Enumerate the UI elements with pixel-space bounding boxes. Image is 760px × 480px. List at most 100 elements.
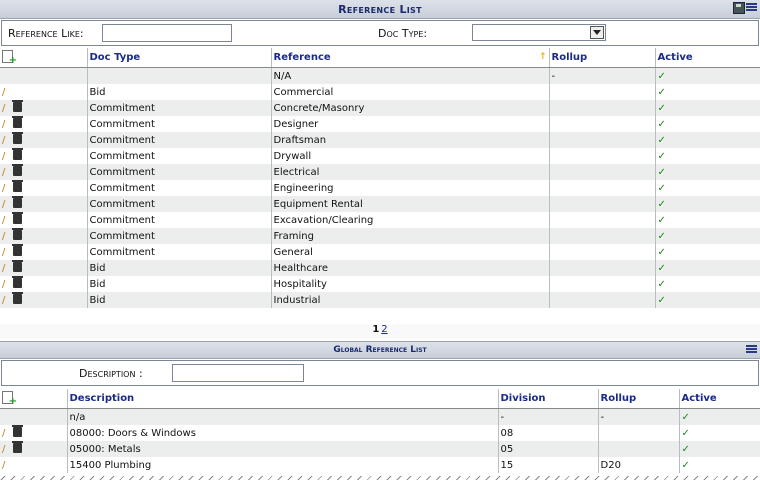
description-cell: 08000: Doors & Windows: [66, 425, 498, 441]
reference-cell: General: [270, 244, 549, 260]
delete-trash-icon[interactable]: [12, 164, 23, 176]
delete-trash-icon[interactable]: [12, 244, 23, 256]
edit-pencil-icon[interactable]: /: [2, 167, 10, 178]
doc-type-cell: Commitment: [86, 116, 271, 132]
reference-cell: Engineering: [270, 180, 549, 196]
delete-trash-icon[interactable]: [12, 228, 23, 240]
edit-pencil-icon[interactable]: /: [2, 87, 10, 98]
description-input[interactable]: [172, 364, 304, 382]
table-row[interactable]: / 15400 Plumbing 15 D20 ✓: [0, 457, 760, 473]
table-row[interactable]: / Commitment Concrete/Masonry ✓: [0, 100, 760, 116]
delete-trash-icon[interactable]: [12, 441, 23, 453]
global-reference-title: Global Reference List: [333, 345, 427, 355]
doc-type-header[interactable]: Doc Type: [86, 48, 271, 68]
row-actions: /: [0, 244, 87, 260]
row-actions: /: [0, 148, 87, 164]
delete-trash-icon[interactable]: [12, 276, 23, 288]
row-actions: /: [0, 457, 67, 473]
edit-pencil-icon[interactable]: /: [2, 183, 10, 194]
edit-pencil-icon[interactable]: /: [2, 263, 10, 274]
edit-pencil-icon[interactable]: /: [2, 231, 10, 242]
edit-pencil-icon[interactable]: /: [2, 103, 10, 114]
edit-pencil-icon[interactable]: /: [2, 444, 10, 455]
save-icon[interactable]: [733, 2, 745, 14]
table-row[interactable]: / Commitment Designer ✓: [0, 116, 760, 132]
doc-type-cell: [86, 67, 271, 84]
delete-trash-icon[interactable]: [12, 100, 23, 112]
table-row[interactable]: / Bid Hospitality ✓: [0, 276, 760, 292]
table-row[interactable]: / Commitment Engineering ✓: [0, 180, 760, 196]
delete-trash-icon[interactable]: [12, 148, 23, 160]
reference-cell: Drywall: [270, 148, 549, 164]
edit-pencil-icon[interactable]: /: [2, 460, 10, 471]
add-record-icon[interactable]: [2, 390, 17, 407]
rollup-cell: [548, 164, 655, 180]
table-row[interactable]: / Bid Commercial ✓: [0, 84, 760, 100]
row-actions: /: [0, 292, 87, 308]
rollup-header[interactable]: Rollup: [597, 389, 679, 409]
description-header[interactable]: Description: [66, 389, 498, 409]
doc-type-cell: Commitment: [86, 196, 271, 212]
table-row[interactable]: / Bid Industrial ✓: [0, 292, 760, 308]
table-row[interactable]: / Commitment Excavation/Clearing ✓: [0, 212, 760, 228]
table-row[interactable]: / Commitment Draftsman ✓: [0, 132, 760, 148]
edit-pencil-icon[interactable]: /: [2, 215, 10, 226]
rollup-cell: [548, 84, 655, 100]
chevron-down-icon[interactable]: [590, 26, 604, 39]
table-row[interactable]: n/a - - ✓: [0, 408, 760, 425]
delete-trash-icon[interactable]: [12, 212, 23, 224]
edit-pencil-icon[interactable]: /: [2, 119, 10, 130]
rollup-header[interactable]: Rollup: [548, 48, 655, 68]
table-row[interactable]: / Commitment Drywall ✓: [0, 148, 760, 164]
delete-trash-icon[interactable]: [12, 180, 23, 192]
doc-type-cell: Commitment: [86, 228, 271, 244]
doc-type-label: Doc Type:: [378, 27, 428, 40]
rollup-cell: [548, 292, 655, 308]
table-row[interactable]: / Commitment Electrical ✓: [0, 164, 760, 180]
active-check-icon: ✓: [678, 441, 760, 457]
row-actions: /: [0, 425, 67, 441]
delete-trash-icon[interactable]: [12, 292, 23, 304]
add-record-icon[interactable]: [2, 49, 17, 66]
edit-pencil-icon[interactable]: /: [2, 428, 10, 439]
delete-trash-icon[interactable]: [12, 260, 23, 272]
active-header[interactable]: Active: [654, 48, 760, 68]
doc-type-cell: Bid: [86, 292, 271, 308]
delete-trash-icon[interactable]: [12, 132, 23, 144]
doc-type-select[interactable]: [472, 24, 606, 41]
description-cell: n/a: [66, 408, 498, 425]
reference-cell: Electrical: [270, 164, 549, 180]
edit-pencil-icon[interactable]: /: [2, 247, 10, 258]
edit-pencil-icon[interactable]: /: [2, 151, 10, 162]
active-check-icon: ✓: [678, 408, 760, 425]
table-row[interactable]: / 05000: Metals 05 ✓: [0, 441, 760, 457]
table-row[interactable]: / Commitment Equipment Rental ✓: [0, 196, 760, 212]
edit-pencil-icon[interactable]: /: [2, 279, 10, 290]
rollup-cell: [548, 132, 655, 148]
edit-pencil-icon[interactable]: /: [2, 199, 10, 210]
delete-trash-icon[interactable]: [12, 425, 23, 437]
table-row[interactable]: / Commitment General ✓: [0, 244, 760, 260]
edit-pencil-icon[interactable]: /: [2, 295, 10, 306]
table-row[interactable]: / Commitment Framing ✓: [0, 228, 760, 244]
page-next-link[interactable]: 2: [381, 324, 387, 335]
doc-type-cell: Commitment: [86, 148, 271, 164]
row-actions: /: [0, 180, 87, 196]
menu-icon[interactable]: [746, 2, 757, 12]
division-cell: 08: [497, 425, 598, 441]
edit-pencil-icon[interactable]: /: [2, 135, 10, 146]
table-row[interactable]: / 08000: Doors & Windows 08 ✓: [0, 425, 760, 441]
delete-trash-icon[interactable]: [12, 196, 23, 208]
menu-icon[interactable]: [746, 344, 757, 354]
active-header[interactable]: Active: [678, 389, 760, 409]
doc-type-cell: Commitment: [86, 100, 271, 116]
active-check-icon: ✓: [654, 212, 760, 228]
table-row[interactable]: / Bid Healthcare ✓: [0, 260, 760, 276]
table-row[interactable]: N/A - ✓: [0, 67, 760, 84]
reference-like-input[interactable]: [102, 24, 232, 42]
division-header[interactable]: Division: [497, 389, 598, 409]
row-actions: /: [0, 100, 87, 116]
reference-header[interactable]: Reference ↑: [270, 48, 549, 68]
delete-trash-icon[interactable]: [12, 116, 23, 128]
row-actions: /: [0, 260, 87, 276]
